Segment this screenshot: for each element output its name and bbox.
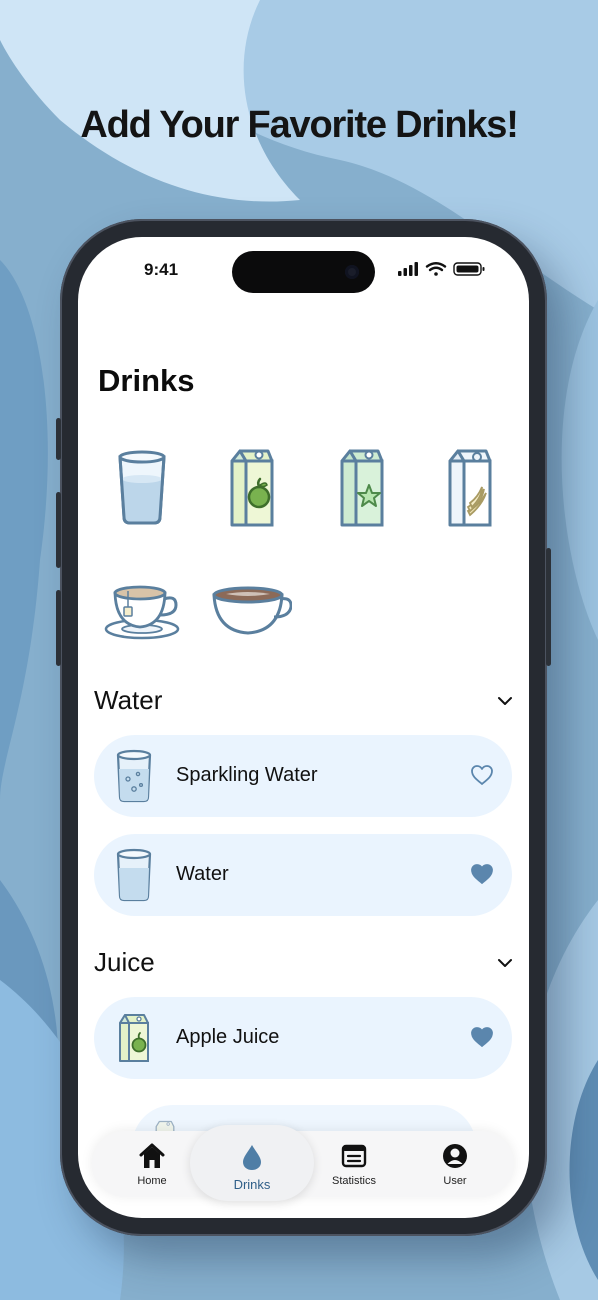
water-glass-icon[interactable] — [102, 445, 182, 529]
tab-bar: Home Drinks Statistics User — [92, 1125, 514, 1201]
camera-icon — [345, 265, 359, 279]
tab-label: Drinks — [233, 1177, 271, 1192]
section-header-water[interactable]: Water — [94, 681, 513, 721]
volume-down-button — [56, 590, 61, 666]
drink-card-sparkling-water[interactable]: Sparkling Water — [94, 735, 512, 817]
wifi-icon — [425, 262, 447, 276]
section-header-juice[interactable]: Juice — [94, 943, 513, 983]
heart-filled-icon[interactable] — [470, 863, 494, 885]
battery-icon — [453, 262, 485, 276]
section-title: Water — [94, 685, 163, 715]
apple-juice-carton-icon[interactable] — [212, 445, 292, 529]
tab-label: Statistics — [331, 1175, 376, 1187]
coffee-cup-icon[interactable] — [212, 575, 292, 659]
tab-user[interactable]: User — [407, 1131, 503, 1197]
user-icon — [443, 1144, 467, 1168]
drink-card-apple-juice[interactable]: Apple Juice — [94, 997, 512, 1079]
water-drop-icon — [243, 1145, 261, 1170]
chevron-down-icon — [498, 959, 512, 967]
drink-name: Sparkling Water — [176, 764, 318, 786]
water-glass-icon — [116, 848, 152, 902]
tab-label: User — [443, 1175, 467, 1187]
sparkling-water-icon — [116, 749, 152, 803]
tab-home[interactable]: Home — [104, 1131, 200, 1197]
action-button — [56, 418, 61, 460]
drink-name: Water — [176, 863, 229, 885]
heart-filled-icon[interactable] — [470, 1026, 494, 1048]
statistics-icon — [341, 1144, 367, 1168]
status-time: 9:41 — [144, 260, 179, 279]
tab-statistics[interactable]: Statistics — [306, 1131, 402, 1197]
dynamic-island — [232, 251, 375, 293]
section-title: Juice — [94, 947, 155, 977]
chevron-down-icon — [498, 697, 512, 705]
tab-drinks[interactable]: Drinks — [204, 1131, 300, 1197]
drink-card-water[interactable]: Water — [94, 834, 512, 916]
banana-milk-carton-icon[interactable] — [430, 445, 510, 529]
star-juice-carton-icon[interactable] — [322, 445, 402, 529]
tab-label: Home — [137, 1175, 167, 1187]
app-screen: 9:41 Drinks Water Sparkling Water Water … — [78, 237, 529, 1218]
page-title: Drinks — [98, 363, 195, 398]
apple-juice-carton-icon — [119, 1014, 149, 1062]
tea-cup-icon[interactable] — [102, 575, 182, 659]
home-icon — [139, 1143, 165, 1168]
volume-up-button — [56, 492, 61, 568]
drink-name: Apple Juice — [176, 1026, 280, 1048]
cellular-signal-icon — [398, 262, 418, 276]
promo-headline: Add Your Favorite Drinks! — [80, 104, 519, 146]
power-button — [546, 548, 551, 666]
heart-outline-icon[interactable] — [470, 764, 494, 786]
status-icons — [398, 262, 485, 276]
